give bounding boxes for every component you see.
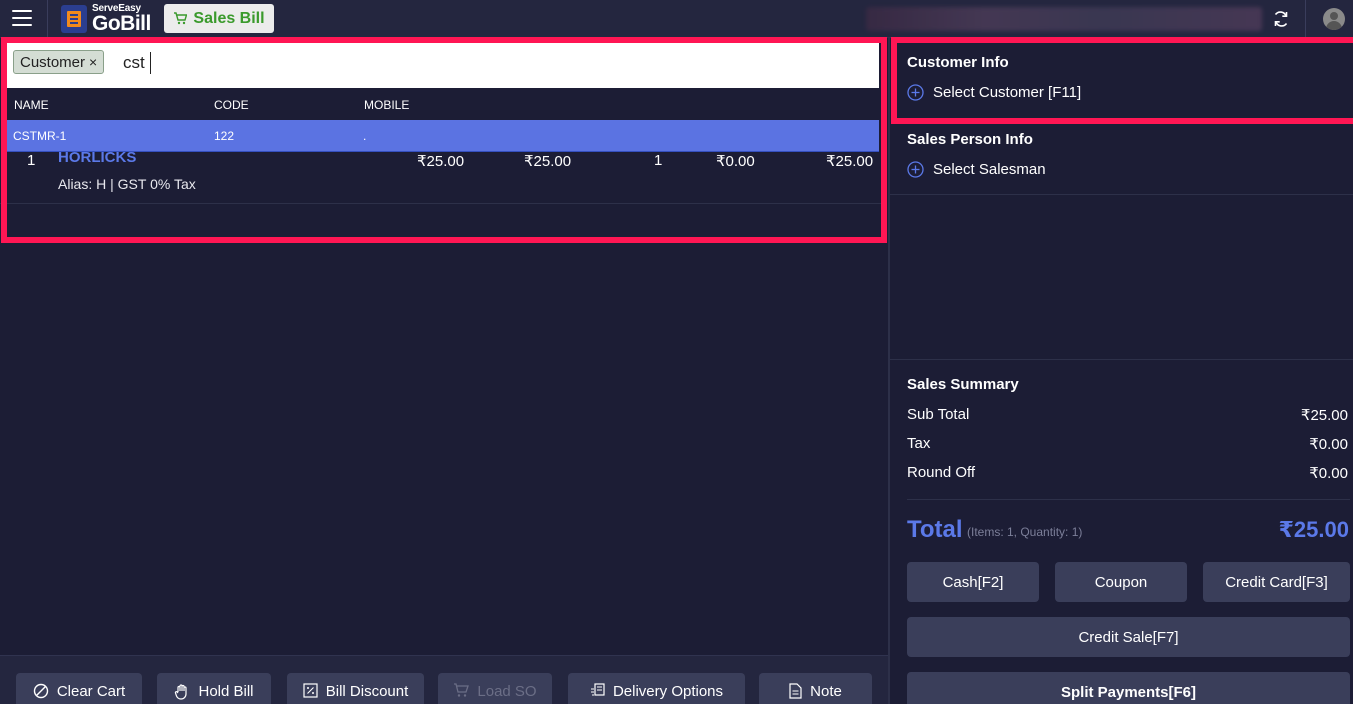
sub-total-value: ₹25.00 [1300, 407, 1348, 424]
sales-bill-button[interactable]: Sales Bill [164, 4, 274, 33]
load-so-button[interactable]: Load SO [438, 673, 552, 704]
sales-person-info-title: Sales Person Info [907, 131, 1033, 148]
credit-card-label: Credit Card[F3] [1225, 573, 1328, 591]
bottom-action-bar: Clear Cart Hold Bill Bill Discount Load … [0, 655, 888, 704]
divider [890, 194, 1353, 195]
cart-icon [454, 683, 470, 697]
credit-sale-label: Credit Sale[F7] [1078, 628, 1179, 646]
block-icon [33, 683, 49, 699]
clear-cart-button[interactable]: Clear Cart [16, 673, 142, 704]
document-icon [789, 683, 802, 699]
bill-discount-label: Bill Discount [325, 683, 409, 700]
sales-bill-label: Sales Bill [193, 9, 265, 27]
coupon-button[interactable]: Coupon [1055, 562, 1187, 602]
divider [47, 0, 48, 38]
credit-card-button[interactable]: Credit Card[F3] [1203, 562, 1350, 602]
total-label: Total [907, 516, 963, 543]
highlight-frame [1, 37, 887, 243]
cash-label: Cash[F2] [942, 573, 1004, 591]
select-salesman-label: Select Salesman [933, 161, 1046, 178]
menu-icon[interactable] [12, 10, 32, 26]
highlight-frame [891, 37, 1353, 124]
load-so-label: Load SO [477, 683, 537, 700]
hold-bill-button[interactable]: Hold Bill [157, 673, 271, 704]
delivery-options-label: Delivery Options [612, 683, 724, 700]
bill-discount-button[interactable]: Bill Discount [287, 673, 424, 704]
round-off-value: ₹0.00 [1309, 465, 1348, 482]
cash-button[interactable]: Cash[F2] [907, 562, 1039, 602]
hand-icon [175, 684, 188, 700]
credit-sale-button[interactable]: Credit Sale[F7] [907, 617, 1350, 657]
cart-icon [174, 12, 188, 25]
delivery-options-button[interactable]: Delivery Options [568, 673, 745, 704]
blurred-info [866, 7, 1262, 31]
select-salesman-link[interactable]: Select Salesman [907, 161, 1046, 178]
sub-total-label: Sub Total [907, 406, 970, 423]
total-value: ₹25.00 [1278, 517, 1349, 542]
percent-icon [303, 683, 318, 698]
split-payments-button[interactable]: Split Payments[F6] [907, 672, 1350, 704]
coupon-label: Coupon [1094, 573, 1148, 591]
top-bar: ServeEasy GoBill Sales Bill [0, 0, 1353, 38]
divider [1305, 0, 1306, 38]
round-off-label: Round Off [907, 464, 976, 481]
divider [890, 359, 1353, 360]
sales-summary-title: Sales Summary [907, 376, 1019, 393]
tax-value: ₹0.00 [1309, 436, 1348, 453]
gobill-logo-icon [61, 5, 87, 33]
clear-cart-label: Clear Cart [56, 683, 126, 700]
avatar[interactable] [1323, 8, 1345, 30]
note-button[interactable]: Note [759, 673, 872, 704]
tax-label: Tax [907, 435, 931, 452]
delivery-icon [590, 683, 605, 696]
note-label: Note [810, 683, 842, 700]
split-payments-label: Split Payments[F6] [1060, 684, 1197, 701]
plus-circle-icon [907, 161, 924, 178]
hold-bill-label: Hold Bill [198, 683, 254, 700]
refresh-icon[interactable] [1270, 8, 1292, 30]
total-detail: (Items: 1, Quantity: 1) [967, 525, 1083, 539]
logo-brand: GoBill [92, 12, 151, 35]
divider [907, 499, 1350, 500]
